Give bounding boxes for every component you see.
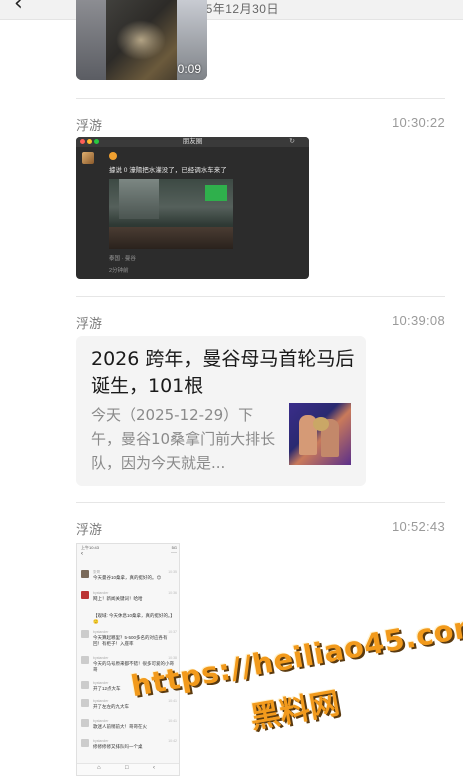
chat-item-name: bystander <box>93 719 109 723</box>
status-bar: 上午10:43 5G <box>79 545 179 552</box>
link-thumbnail <box>289 403 351 465</box>
message-divider <box>76 502 445 503</box>
back-icon: ‹ <box>81 551 83 557</box>
chat-item-text: 歌迷人前稍前大！哥哥在火 <box>93 724 147 729</box>
message-time: 10:52:43 <box>391 519 445 534</box>
link-description: 今天（2025-12-29）下午，曼谷10桑拿门前大排长队，因为今天就是... <box>91 406 276 472</box>
chat-item-text: 网上！新闻关键词！哈哈 <box>93 596 143 601</box>
photo-crowd <box>109 227 233 249</box>
chat-bottom-bar: ⌂ □ ‹ <box>77 763 179 775</box>
window-title: 朋友圈 <box>182 138 203 145</box>
chat-item-time: 10:41 <box>168 719 177 723</box>
message-divider <box>76 296 445 297</box>
avatar <box>81 699 89 707</box>
avatar <box>81 719 89 727</box>
moments-location: 泰国 · 曼谷 <box>109 256 136 262</box>
message-divider <box>76 98 445 99</box>
avatar <box>81 591 89 599</box>
video-frame <box>116 20 166 60</box>
moments-text: 據说 0 濠陽把水灌没了，已经调水车来了 <box>109 167 227 174</box>
chat-item-time: 10:36 <box>168 591 177 595</box>
video-frame <box>76 0 106 80</box>
square-icon: □ <box>125 765 129 771</box>
chat-item-time: 10:35 <box>168 570 177 574</box>
chat-item-text: 修修修修又排队吗一个桌 <box>93 744 143 749</box>
avatar <box>81 739 89 747</box>
refresh-icon: ↻ <box>289 138 295 145</box>
link-title: 2026 跨年，曼谷母马首轮马后诞生，101根 <box>91 348 355 397</box>
emoji-icon <box>109 152 117 160</box>
moments-photo <box>109 179 233 249</box>
chat-item-time: 10:42 <box>168 739 177 743</box>
message-time: 10:39:08 <box>391 313 445 328</box>
top-bar: ‹ 2025年12月30日 <box>0 0 463 20</box>
sender-name: 浮游 <box>76 316 103 331</box>
avatar <box>81 630 89 638</box>
chat-item-name: bystander <box>93 739 109 743</box>
chat-item-text: 今天的马号原来都不错！很多可爱的小哥哥 <box>93 661 174 672</box>
chat-screenshot[interactable]: 上午10:43 5G ‹ ··· 张哥 10:35 今天曼谷10桑拿，真的挺好的… <box>76 543 180 776</box>
sender-name: 浮游 <box>76 118 103 133</box>
avatar <box>81 570 89 578</box>
link-card[interactable]: 2026 跨年，曼谷母马首轮马后诞生，101根 今天（2025-12-29）下午… <box>76 336 366 486</box>
chat-item-name: bystander <box>93 681 109 685</box>
chat-item-text: 开了左左的九大车 <box>93 704 129 709</box>
chat-item-text: 开了12点大车 <box>93 686 121 691</box>
chat-item-name: bystander <box>93 656 109 660</box>
status-time: 上午10:43 <box>81 545 100 550</box>
chat-item-text: 【观域: 今天休息10桑拿，真的挺好的。】🙂 <box>93 613 175 624</box>
photo-building <box>119 179 159 219</box>
watermark-name: 黑料网 <box>247 685 343 737</box>
moments-screenshot[interactable]: 朋友圈 ↻ 據说 0 濠陽把水灌没了，已经调水车来了 泰国 · 曼谷 2分钟前 <box>76 137 309 279</box>
more-icon: ··· <box>171 550 177 556</box>
message-time: 10:30:22 <box>391 115 445 130</box>
chat-item-time: 10:38 <box>168 656 177 660</box>
home-icon: ⌂ <box>97 765 101 771</box>
avatar <box>81 681 89 689</box>
chat-item-name: bystander <box>93 591 109 595</box>
video-duration: 0:09 <box>177 62 201 76</box>
moments-time-ago: 2分钟前 <box>109 268 129 274</box>
date-header: 2025年12月30日 <box>184 2 279 16</box>
back-icon: ‹ <box>153 765 155 771</box>
video-thumbnail[interactable]: 0:09 <box>76 0 207 80</box>
chat-item-text: 今天曼谷10桑拿，真的挺好的。😊 <box>93 575 162 580</box>
chat-item-name: bystander <box>93 699 109 703</box>
chat-item-text: 今天算起哪里？5-500多名的对应各有回！有柜子！入座率 <box>93 635 168 646</box>
avatar <box>82 152 94 164</box>
chat-item-time: 10:37 <box>168 630 177 634</box>
sender-name: 浮游 <box>76 522 103 537</box>
chat-item-time: 10:40 <box>168 681 177 685</box>
chat-item-name: bystander <box>93 630 109 634</box>
avatar <box>81 656 89 664</box>
chat-item-time: 10:41 <box>168 699 177 703</box>
photo-sign <box>205 185 227 201</box>
chat-nav: ‹ ··· <box>79 550 179 560</box>
thumbnail-figure <box>313 417 329 431</box>
